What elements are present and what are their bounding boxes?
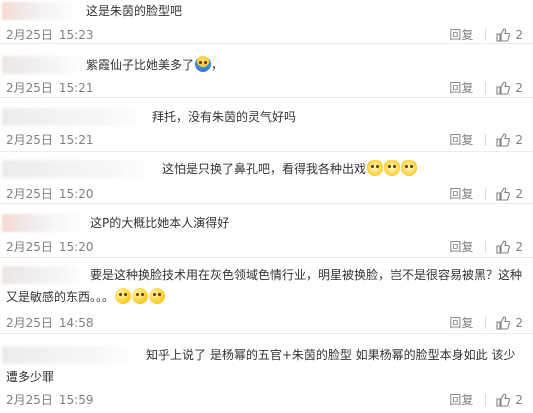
like-count: 2 xyxy=(515,132,523,147)
reply-button[interactable]: 回复 xyxy=(449,79,473,96)
thumbs-up-icon xyxy=(496,392,511,407)
comment-timestamp: 2月25日 15:59 xyxy=(6,391,94,408)
comment-text-line-2: 遭多少罪 xyxy=(6,370,55,384)
like-count: 2 xyxy=(515,392,523,407)
divider xyxy=(485,187,487,200)
comment-timestamp: 2月25日 14:58 xyxy=(6,314,94,331)
comment-timestamp: 2月25日 15:20 xyxy=(6,238,94,255)
comment-date: 2月25日 xyxy=(6,133,53,147)
comment-item: 这怕是只换了鼻孔吧，看得我各种出戏 2月25日 15:20 回复 2 xyxy=(0,152,533,204)
emoji-icon xyxy=(401,160,418,176)
comment-date: 2月25日 xyxy=(6,393,53,407)
like-button[interactable]: 2 xyxy=(496,316,523,330)
blurred-username xyxy=(2,214,88,232)
blurred-username xyxy=(2,108,148,126)
divider xyxy=(485,81,487,94)
comment-time: 15:20 xyxy=(58,187,94,201)
reply-button[interactable]: 回复 xyxy=(449,391,473,408)
comment-actions: 回复 2 xyxy=(449,238,523,255)
comment-feed: 这是朱茵的脸型吧 2月25日 15:23 回复 2 紫霞仙子比她美多了 ， 2月25… xyxy=(0,0,533,413)
divider xyxy=(485,28,487,41)
like-button[interactable]: 2 xyxy=(496,187,523,201)
comment-text-line-2: 又是敏感的东西。。。 xyxy=(6,286,166,308)
reply-button[interactable]: 回复 xyxy=(449,131,473,148)
like-count: 2 xyxy=(515,315,523,330)
thumbs-up-icon xyxy=(496,239,511,254)
like-button[interactable]: 2 xyxy=(496,133,523,147)
comment-timestamp: 2月25日 15:21 xyxy=(6,79,94,96)
blurred-username xyxy=(2,56,82,74)
like-button[interactable]: 2 xyxy=(496,28,523,42)
emoji-icon xyxy=(367,160,384,176)
comment-text-body: 又是敏感的东西。。。 xyxy=(6,290,115,304)
emoji-icon xyxy=(115,288,132,304)
comment-actions: 回复 2 xyxy=(449,79,523,96)
reply-button[interactable]: 回复 xyxy=(449,185,473,202)
like-count: 2 xyxy=(515,27,523,42)
comment-time: 15:21 xyxy=(58,81,94,95)
comment-timestamp: 2月25日 15:20 xyxy=(6,185,94,202)
reply-button[interactable]: 回复 xyxy=(449,238,473,255)
blurred-username xyxy=(2,2,80,20)
comment-date: 2月25日 xyxy=(6,187,53,201)
comment-item: 要是这种换脸技术用在灰色领域色情行业，明星被换脸，岂不是很容易被黑？这种 又是敏… xyxy=(0,258,533,334)
comment-actions: 回复 2 xyxy=(449,26,523,43)
comment-actions: 回复 2 xyxy=(449,131,523,148)
comment-item: 知乎上说了 是杨幂的五官+朱茵的脸型 如果杨幂的脸型本身如此 该少 遭多少罪 2… xyxy=(0,334,533,413)
blurred-username xyxy=(2,346,136,364)
comment-time: 15:23 xyxy=(58,28,94,42)
comment-actions: 回复 2 xyxy=(449,391,523,408)
comment-timestamp: 2月25日 15:23 xyxy=(6,26,94,43)
comment-date: 2月25日 xyxy=(6,28,53,42)
divider xyxy=(485,393,487,406)
like-button[interactable]: 2 xyxy=(496,393,523,407)
comment-actions: 回复 2 xyxy=(449,185,523,202)
comment-item: 这是朱茵的脸型吧 2月25日 15:23 回复 2 xyxy=(0,0,533,44)
comment-text: 拜托，没有朱茵的灵气好吗 xyxy=(152,110,297,124)
emoji-icon xyxy=(149,288,166,304)
comment-date: 2月25日 xyxy=(6,81,53,95)
blurred-username xyxy=(2,160,158,178)
divider xyxy=(485,316,487,329)
comment-time: 15:21 xyxy=(58,133,94,147)
comment-text-body: 这怕是只换了鼻孔吧，看得我各种出戏 xyxy=(162,162,367,176)
like-button[interactable]: 2 xyxy=(496,240,523,254)
thumbs-up-icon xyxy=(496,27,511,42)
comment-text-suffix: ， xyxy=(211,58,224,72)
comment-text: 这是朱茵的脸型吧 xyxy=(86,4,183,18)
comment-timestamp: 2月25日 15:21 xyxy=(6,131,94,148)
thumbs-up-icon xyxy=(496,186,511,201)
comment-item: 这P的大概比她本人演得好 2月25日 15:20 回复 2 xyxy=(0,204,533,258)
thumbs-up-icon xyxy=(496,80,511,95)
divider xyxy=(485,133,487,146)
comment-item: 紫霞仙子比她美多了 ， 2月25日 15:21 回复 2 xyxy=(0,44,533,98)
like-count: 2 xyxy=(515,239,523,254)
comment-time: 14:58 xyxy=(58,316,94,330)
emoji-icon xyxy=(384,160,401,176)
comment-text-line-1: 知乎上说了 是杨幂的五官+朱茵的脸型 如果杨幂的脸型本身如此 该少 xyxy=(146,348,516,362)
comment-text: 紫霞仙子比她美多了 ， xyxy=(86,54,223,76)
emoji-icon xyxy=(132,288,149,304)
comment-text-body: 紫霞仙子比她美多了 xyxy=(86,58,195,72)
divider xyxy=(485,240,487,253)
emoji-icon xyxy=(195,56,212,72)
thumbs-up-icon xyxy=(496,132,511,147)
like-button[interactable]: 2 xyxy=(496,81,523,95)
comment-actions: 回复 2 xyxy=(449,314,523,331)
comment-date: 2月25日 xyxy=(6,316,53,330)
comment-text: 这P的大概比她本人演得好 xyxy=(90,216,230,230)
reply-button[interactable]: 回复 xyxy=(449,26,473,43)
comment-time: 15:59 xyxy=(58,393,94,407)
comment-text-line-1: 要是这种换脸技术用在灰色领域色情行业，明星被换脸，岂不是很容易被黑？这种 xyxy=(90,268,523,282)
comment-date: 2月25日 xyxy=(6,240,53,254)
comment-time: 15:20 xyxy=(58,240,94,254)
blurred-username xyxy=(2,266,86,284)
like-count: 2 xyxy=(515,186,523,201)
like-count: 2 xyxy=(515,80,523,95)
comment-text: 这怕是只换了鼻孔吧，看得我各种出戏 xyxy=(162,158,418,180)
thumbs-up-icon xyxy=(496,315,511,330)
comment-item: 拜托，没有朱茵的灵气好吗 2月25日 15:21 回复 2 xyxy=(0,98,533,152)
reply-button[interactable]: 回复 xyxy=(449,314,473,331)
